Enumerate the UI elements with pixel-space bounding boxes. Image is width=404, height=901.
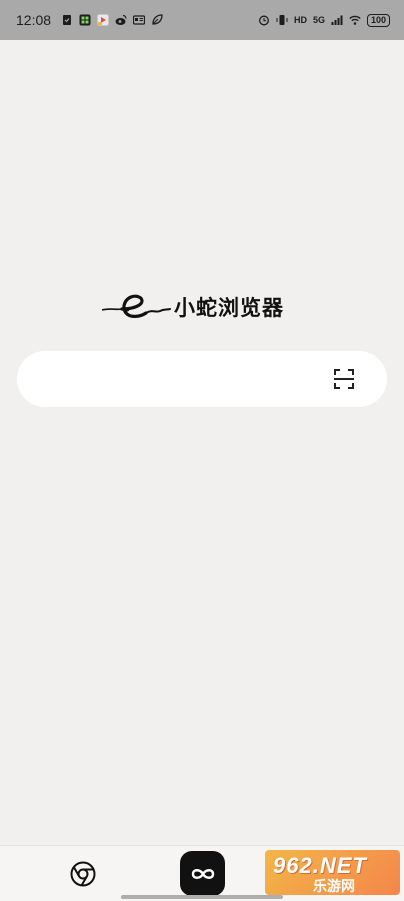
infinity-icon — [191, 868, 214, 879]
chrome-icon — [70, 861, 96, 887]
status-bar: 12:08 HD 5G 100 — [0, 0, 404, 40]
hd-icon: HD — [293, 15, 307, 25]
browser-switch-button[interactable] — [69, 860, 97, 888]
scan-button[interactable] — [333, 368, 355, 390]
battery-icon: 100 — [366, 13, 390, 27]
gesture-bar[interactable] — [121, 895, 283, 899]
weibo-icon — [115, 14, 127, 26]
search-input[interactable] — [39, 359, 333, 401]
status-bar-left: 12:08 — [16, 12, 163, 28]
snake-logo-icon — [101, 294, 171, 318]
vibrate-icon — [276, 14, 288, 26]
watermark-bottom: 乐游网 — [313, 879, 355, 895]
app-grid-icon — [79, 14, 91, 26]
news-icon — [133, 14, 146, 26]
browser-logo: 小蛇浏览器 — [100, 290, 310, 324]
scan-icon — [334, 369, 354, 389]
network-label: 5G — [312, 15, 325, 25]
alarm-icon — [258, 14, 270, 26]
search-box[interactable] — [17, 351, 387, 407]
leaf-icon — [151, 14, 163, 26]
home-button[interactable] — [180, 851, 225, 896]
clipboard-icon — [61, 14, 73, 26]
status-time: 12:08 — [16, 12, 52, 28]
status-bar-right: HD 5G 100 — [258, 13, 390, 27]
browser-name: 小蛇浏览器 — [174, 296, 284, 320]
video-app-icon — [97, 14, 109, 26]
signal-icon — [331, 14, 343, 26]
wifi-icon — [349, 14, 361, 26]
watermark: 962.NET 乐游网 — [265, 850, 400, 895]
